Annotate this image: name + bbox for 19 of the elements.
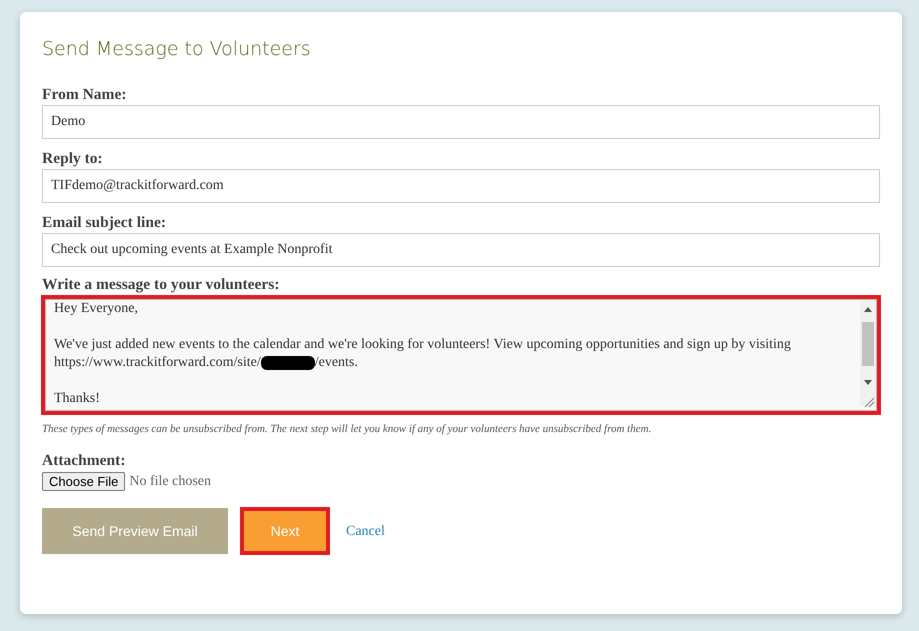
message-line: We've just added new events to the calendar and we're looking for volunteers! View upcoming opportunities and sign up by visiting	[54, 336, 792, 354]
message-line: Thanks!	[54, 390, 101, 408]
field-label: Attachment:	[42, 451, 127, 472]
page-title: Send Message to Volunteers	[42, 38, 312, 61]
scrollbar[interactable]	[860, 300, 876, 410]
help-text: These types of messages can be unsubscribed from. The next step will let you know if any of your volunteers have unsubscribed from them.	[42, 422, 652, 437]
field-label: Reply to:	[42, 148, 104, 169]
message-line: https://www.trackitforward.com/site/ /events.	[54, 354, 359, 372]
choose-file-button[interactable]: Choose File	[42, 472, 126, 492]
field-label: From Name:	[42, 84, 128, 105]
text-field[interactable]: Check out upcoming events at Example Nonprofit	[42, 232, 880, 267]
message-line: Hey Everyone,	[54, 300, 139, 318]
field-label: Write a message to your volunteers:	[42, 276, 280, 293]
text-field[interactable]: TIFdemo@trackitforward.com	[42, 168, 880, 203]
field-label: Email subject line:	[42, 212, 167, 233]
cancel-link[interactable]: Cancel	[346, 520, 385, 542]
redaction-mark	[260, 356, 315, 370]
text-field[interactable]: Demo	[42, 104, 880, 139]
file-status: No file chosen	[129, 473, 212, 492]
